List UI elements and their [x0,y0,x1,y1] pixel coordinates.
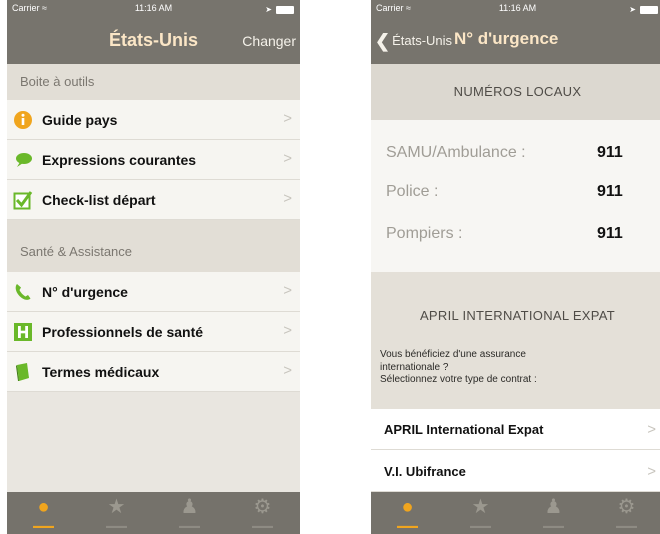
chevron-right-icon: > [283,110,292,127]
status-bar: Carrier ≈ 11:16 AM ➤ [371,0,660,17]
list-item-urgence[interactable]: N° d'urgence > [7,272,300,312]
checkbox-icon [13,191,33,210]
number-row-police[interactable]: Police : 911 [371,177,660,207]
number-row-pompiers[interactable]: Pompiers : 911 [371,219,660,249]
expat-line: internationale ? [380,361,449,373]
expat-line: Sélectionnez votre type de contrat : [380,374,537,385]
person-icon: ♟ [180,496,199,518]
chevron-right-icon: > [283,362,292,379]
list-item-expressions[interactable]: Expressions courantes > [7,140,300,180]
tab-favorites[interactable]: ★ ▬▬▬ [444,492,517,534]
star-icon: ★ [107,496,126,518]
battery-icon: ➤ [265,4,294,14]
empty-area [7,392,300,492]
contract-ubifrance[interactable]: V.I. Ubifrance > [371,451,660,492]
battery-icon: ➤ [629,4,658,14]
contract-april-expat[interactable]: APRIL International Expat > [371,409,660,450]
phone-screen-right: Carrier ≈ 11:16 AM ➤ ❮ États-Unis N° d'ur… [371,0,660,534]
person-icon: ♟ [544,496,563,518]
chevron-right-icon: > [283,322,292,339]
tab-label-placeholder: ▬▬▬ [106,523,127,530]
phone-icon [15,284,31,300]
tab-label-placeholder: ▬▬▬ [33,523,54,530]
back-button[interactable]: ❮ États-Unis [375,31,452,52]
number-row-samu[interactable]: SAMU/Ambulance : 911 [371,138,660,168]
chevron-right-icon: > [283,150,292,167]
contract-label: APRIL International Expat [384,422,544,437]
chevron-right-icon: > [283,282,292,299]
back-button-label: États-Unis [392,33,453,48]
status-time: 11:16 AM [498,3,537,13]
tab-account[interactable]: ♟ ▬▬▬ [517,492,590,534]
list-item-label: Guide pays [42,112,118,128]
tab-favorites[interactable]: ★ ▬▬▬ [80,492,153,534]
expat-line: Vous bénéficiez d'une assurance [380,349,526,360]
home-globe-icon: ● [37,496,50,518]
chevron-right-icon: > [647,421,656,438]
number-value: 911 [597,225,623,242]
local-numbers-header: NUMÉROS LOCAUX [371,64,660,120]
info-icon [14,111,32,129]
hospital-icon [14,323,32,341]
tab-label-placeholder: ▬▬▬ [543,523,564,530]
change-country-button[interactable]: Changer [242,33,296,49]
tab-account[interactable]: ♟ ▬▬▬ [153,492,226,534]
numbers-list: SAMU/Ambulance : 911 Police : 911 Pompie… [371,120,660,272]
number-label: SAMU/Ambulance : [386,144,526,161]
expat-description: Vous bénéficiez d'une assurance internat… [380,349,650,387]
list-item-label: Expressions courantes [42,152,197,168]
speech-bubble-icon [16,153,32,167]
number-label: Pompiers : [386,225,463,242]
tab-bar: ● ▬▬▬ ★ ▬▬▬ ♟ ▬▬▬ ⚙ ▬▬▬ [7,492,300,534]
contract-label: V.I. Ubifrance [384,464,466,479]
section-header-health: Santé & Assistance [7,220,300,272]
chevron-right-icon: > [283,190,292,207]
section-header-toolbox: Boite à outils [7,64,300,100]
list-item-checklist[interactable]: Check-list départ > [7,180,300,220]
nav-bar: ❮ États-Unis N° d'urgence [371,17,660,64]
tab-label-placeholder: ▬▬▬ [397,523,418,530]
list-item-termes[interactable]: Termes médicaux > [7,352,300,392]
phone-screen-left: Carrier ≈ 11:16 AM ➤ États-Unis Changer … [7,0,300,534]
chevron-right-icon: > [647,463,656,480]
number-value: 911 [597,144,623,161]
status-time: 11:16 AM [134,3,173,13]
list-item-label: Termes médicaux [42,364,160,380]
tab-home[interactable]: ● ▬▬▬ [371,492,444,534]
expat-title: APRIL INTERNATIONAL EXPAT [419,308,616,323]
chevron-left-icon: ❮ [375,31,391,51]
star-icon: ★ [471,496,490,518]
list-item-guide-pays[interactable]: Guide pays > [7,100,300,140]
number-value: 911 [597,183,623,200]
gear-icon: ⚙ [617,496,636,518]
tab-settings[interactable]: ⚙ ▬▬▬ [226,492,299,534]
tab-bar: ● ▬▬▬ ★ ▬▬▬ ♟ ▬▬▬ ⚙ ▬▬▬ [371,492,660,534]
page-title: N° d'urgence [454,29,559,48]
tab-label-placeholder: ▬▬▬ [179,523,200,530]
number-label: Police : [386,183,439,200]
gear-icon: ⚙ [253,496,272,518]
tab-label-placeholder: ▬▬▬ [616,523,637,530]
nav-bar: États-Unis Changer [7,17,300,64]
book-icon [16,363,29,381]
status-bar: Carrier ≈ 11:16 AM ➤ [7,0,300,17]
list-item-label: Check-list départ [42,192,156,208]
tab-home[interactable]: ● ▬▬▬ [7,492,80,534]
tab-label-placeholder: ▬▬▬ [252,523,273,530]
tab-label-placeholder: ▬▬▬ [470,523,491,530]
home-globe-icon: ● [401,496,414,518]
list-item-label: Professionnels de santé [42,324,204,340]
tab-settings[interactable]: ⚙ ▬▬▬ [590,492,660,534]
list-item-label: N° d'urgence [42,284,128,300]
expat-panel: APRIL INTERNATIONAL EXPAT Vous bénéficie… [371,272,660,409]
list-item-professionnels[interactable]: Professionnels de santé > [7,312,300,352]
